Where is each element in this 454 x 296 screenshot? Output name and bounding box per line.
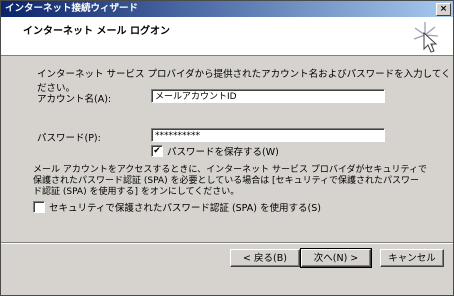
page-title: インターネット メール ログオン xyxy=(23,26,170,37)
wizard-header: インターネット メール ログオン xyxy=(1,17,453,56)
close-button[interactable]: × xyxy=(436,3,451,16)
remember-password-label[interactable]: パスワードを保存する(W) xyxy=(167,144,279,158)
spa-checkbox-label[interactable]: セキュリティで保護されたパスワード認証 (SPA) を使用する(S) xyxy=(49,200,321,214)
footer-divider xyxy=(1,242,453,244)
next-button[interactable]: 次へ(N) > xyxy=(300,248,372,268)
check-icon: ✔ xyxy=(153,146,161,156)
wizard-window: インターネット接続ウィザード × インターネット メール ログオン インターネッ… xyxy=(0,0,454,296)
cancel-button[interactable]: キャンセル xyxy=(380,249,444,267)
remember-password-checkbox[interactable]: ✔ xyxy=(151,145,163,157)
account-name-label: アカウント名(A): xyxy=(37,94,112,105)
connection-wizard-icon xyxy=(413,22,439,53)
wizard-content: インターネット サービス プロバイダから提供されたアカウント名およびパスワードを… xyxy=(1,57,453,295)
window-title: インターネット接続ウィザード xyxy=(5,3,139,14)
account-name-field[interactable]: メールアカウントID xyxy=(151,89,385,103)
back-button[interactable]: < 戻る(B) xyxy=(230,249,300,267)
title-bar[interactable]: インターネット接続ウィザード × xyxy=(1,1,453,17)
password-field[interactable]: ********** xyxy=(151,128,385,142)
spa-checkbox[interactable] xyxy=(33,201,45,213)
close-icon: × xyxy=(439,4,448,14)
password-label: パスワード(P): xyxy=(37,133,101,144)
spa-description: メール アカウントをアクセスするときに、インターネット サービス プロバイダがセ… xyxy=(33,165,427,197)
